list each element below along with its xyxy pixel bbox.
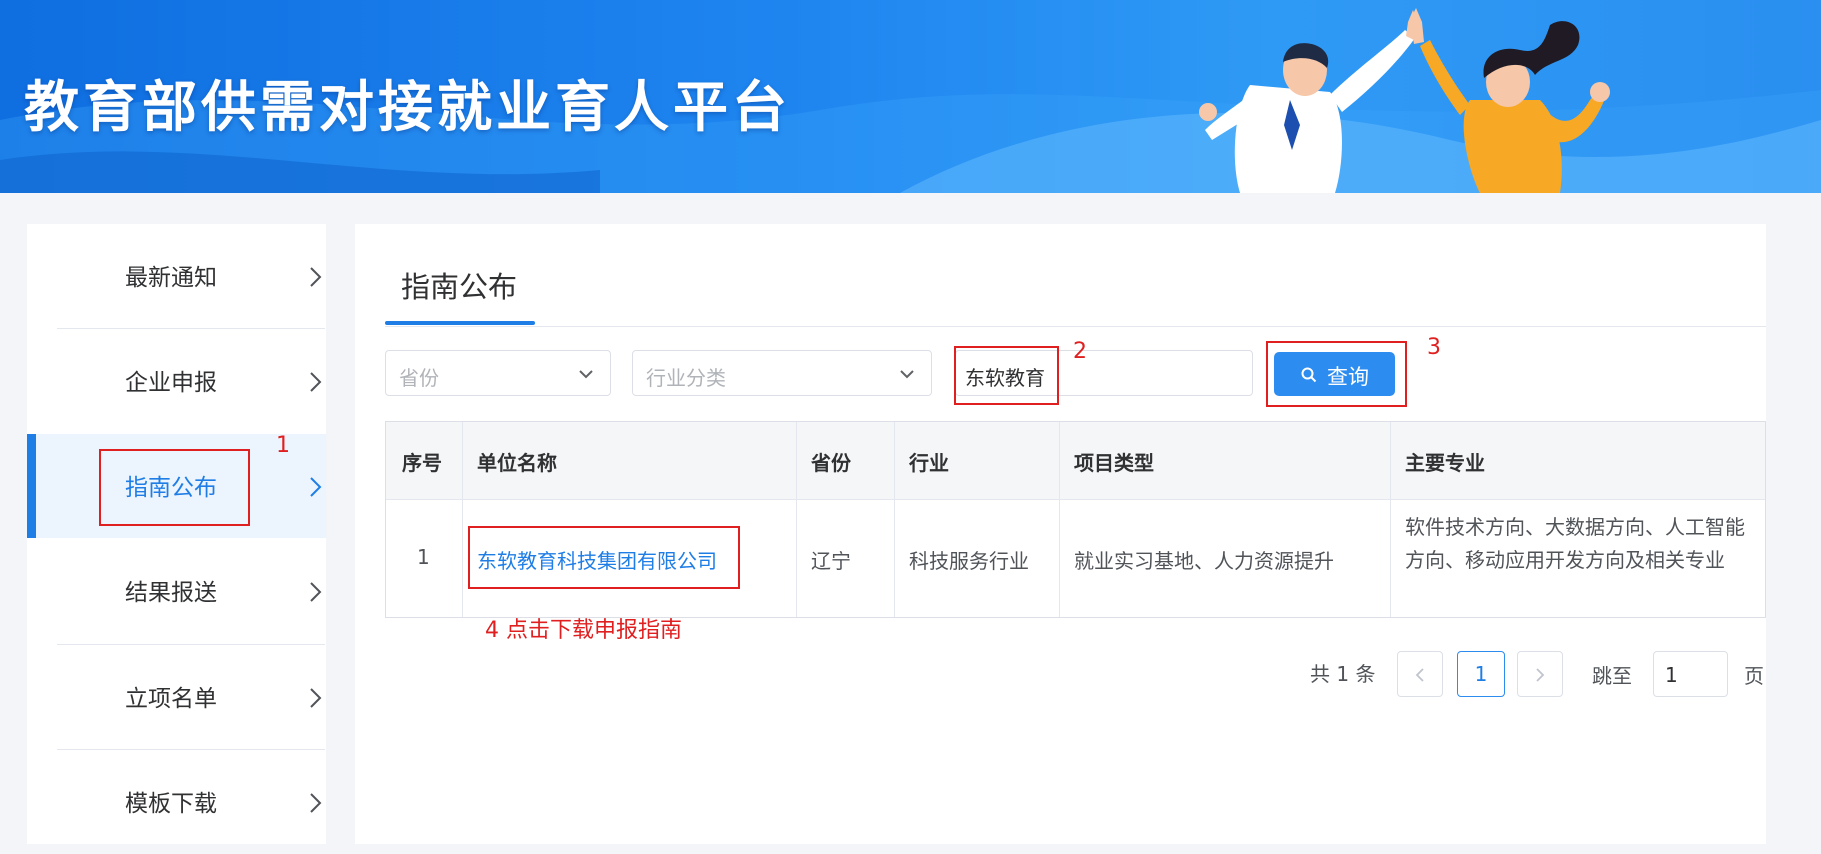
- next-page-button[interactable]: [1517, 651, 1563, 697]
- annotation-box-1: [99, 449, 250, 526]
- chevron-right-icon: [310, 372, 322, 392]
- tab-guide-publish[interactable]: 指南公布: [401, 264, 517, 306]
- chevron-right-icon: [310, 793, 322, 813]
- header-project-type: 项目类型: [1074, 451, 1154, 475]
- sidebar-item-project-list[interactable]: 立项名单: [27, 645, 326, 749]
- column-divider: [1059, 422, 1060, 617]
- row-project-type: 就业实习基地、人力资源提升: [1074, 549, 1334, 573]
- jump-page-value: 1: [1665, 663, 1678, 687]
- sidebar-item-enterprise-apply[interactable]: 企业申报: [27, 329, 326, 433]
- annotation-note-4: 4 点击下载申报指南: [485, 618, 682, 643]
- sidebar-item-template-download[interactable]: 模板下载: [27, 750, 326, 854]
- chevron-left-icon: [1415, 668, 1424, 682]
- tab-divider: [385, 326, 1766, 327]
- industry-select[interactable]: 行业分类: [632, 350, 932, 396]
- sidebar-item-label: 立项名单: [125, 686, 217, 712]
- header-majors: 主要专业: [1405, 451, 1485, 475]
- chevron-right-icon: [1536, 668, 1545, 682]
- prev-page-button[interactable]: [1397, 651, 1443, 697]
- jump-page-input[interactable]: 1: [1653, 651, 1728, 697]
- row-industry: 科技服务行业: [909, 549, 1029, 573]
- chevron-right-icon: [310, 582, 322, 602]
- sidebar-nav: 最新通知 企业申报 指南公布 结果报送 立项名单 模板下载: [27, 224, 326, 844]
- industry-placeholder: 行业分类: [646, 366, 726, 390]
- pagination-total: 共 1 条: [1310, 662, 1376, 686]
- header-company: 单位名称: [477, 451, 557, 475]
- row-province: 辽宁: [811, 549, 851, 573]
- row-index: 1: [417, 545, 430, 569]
- sidebar-item-label: 企业申报: [125, 370, 217, 396]
- column-divider: [796, 422, 797, 617]
- annotation-box-3: [1266, 341, 1407, 407]
- site-title: 教育部供需对接就业育人平台: [24, 75, 792, 139]
- annotation-box-2: [954, 346, 1059, 405]
- column-divider: [1390, 422, 1391, 617]
- annotation-number-2: 2: [1073, 339, 1087, 364]
- chevron-down-icon: [900, 370, 914, 379]
- column-divider: [894, 422, 895, 617]
- active-indicator: [27, 434, 36, 538]
- site-header: 教育部供需对接就业育人平台: [0, 0, 1821, 193]
- column-divider: [462, 422, 463, 617]
- sidebar-item-label: 结果报送: [125, 580, 217, 606]
- chevron-right-icon: [310, 267, 322, 287]
- jump-label: 跳至: [1592, 664, 1632, 688]
- current-page[interactable]: 1: [1457, 651, 1505, 697]
- sidebar-item-label: 模板下载: [125, 791, 217, 817]
- province-placeholder: 省份: [399, 366, 439, 390]
- annotation-number-3: 3: [1427, 335, 1441, 360]
- annotation-box-4: [468, 526, 740, 589]
- header-industry: 行业: [909, 451, 949, 475]
- header-province: 省份: [811, 451, 851, 475]
- row-majors: 软件技术方向、大数据方向、人工智能方向、移动应用开发方向及相关专业: [1405, 515, 1745, 572]
- header-index: 序号: [402, 451, 442, 475]
- tab-active-underline: [385, 321, 535, 325]
- chevron-down-icon: [579, 370, 593, 379]
- chevron-right-icon: [310, 477, 322, 497]
- annotation-number-1: 1: [276, 433, 290, 458]
- sidebar-item-latest-notice[interactable]: 最新通知: [27, 224, 326, 328]
- page-unit: 页: [1744, 664, 1764, 688]
- sidebar-item-label: 最新通知: [125, 265, 217, 291]
- sidebar-item-result-submit[interactable]: 结果报送: [27, 539, 326, 643]
- province-select[interactable]: 省份: [385, 350, 611, 396]
- chevron-right-icon: [310, 688, 322, 708]
